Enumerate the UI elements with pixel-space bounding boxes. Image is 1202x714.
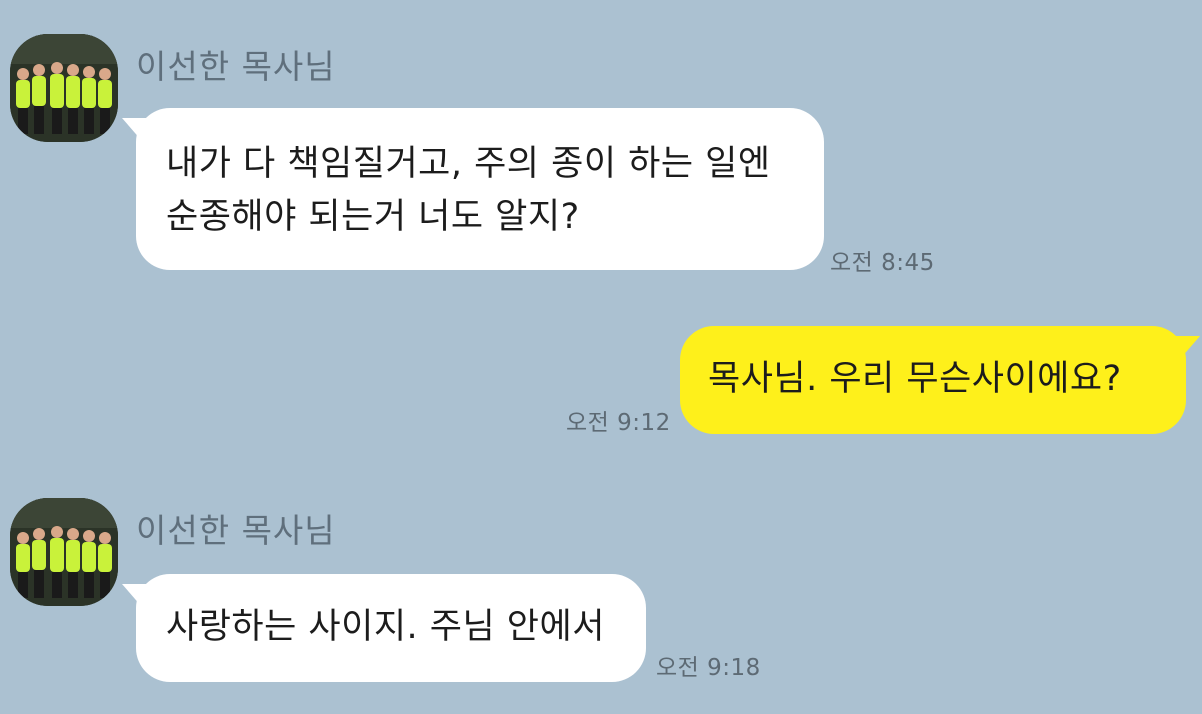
- incoming-message-bubble[interactable]: 사랑하는 사이지. 주님 안에서: [122, 574, 646, 682]
- message-text-line: 내가 다 책임질거고, 주의 종이 하는 일엔: [166, 144, 771, 184]
- message-text-line: 순종해야 되는거 너도 알지?: [166, 197, 580, 237]
- sender-name: 이선한 목사님: [136, 511, 336, 550]
- avatar[interactable]: [10, 34, 118, 142]
- avatar[interactable]: [10, 498, 118, 606]
- message-timestamp: 오전 9:12: [566, 410, 671, 436]
- message-text-line: 목사님. 우리 무슨사이에요?: [708, 359, 1122, 399]
- outgoing-message-bubble[interactable]: 목사님. 우리 무슨사이에요?: [680, 326, 1200, 434]
- incoming-message-bubble[interactable]: 내가 다 책임질거고, 주의 종이 하는 일엔 순종해야 되는거 너도 알지?: [122, 108, 824, 270]
- message-timestamp: 오전 8:45: [830, 250, 935, 276]
- group-photo-avatar-icon: [10, 498, 118, 606]
- sender-name: 이선한 목사님: [136, 47, 336, 86]
- message-timestamp: 오전 9:18: [656, 655, 761, 681]
- group-photo-avatar-icon: [10, 34, 118, 142]
- message-text-line: 사랑하는 사이지. 주님 안에서: [166, 607, 605, 647]
